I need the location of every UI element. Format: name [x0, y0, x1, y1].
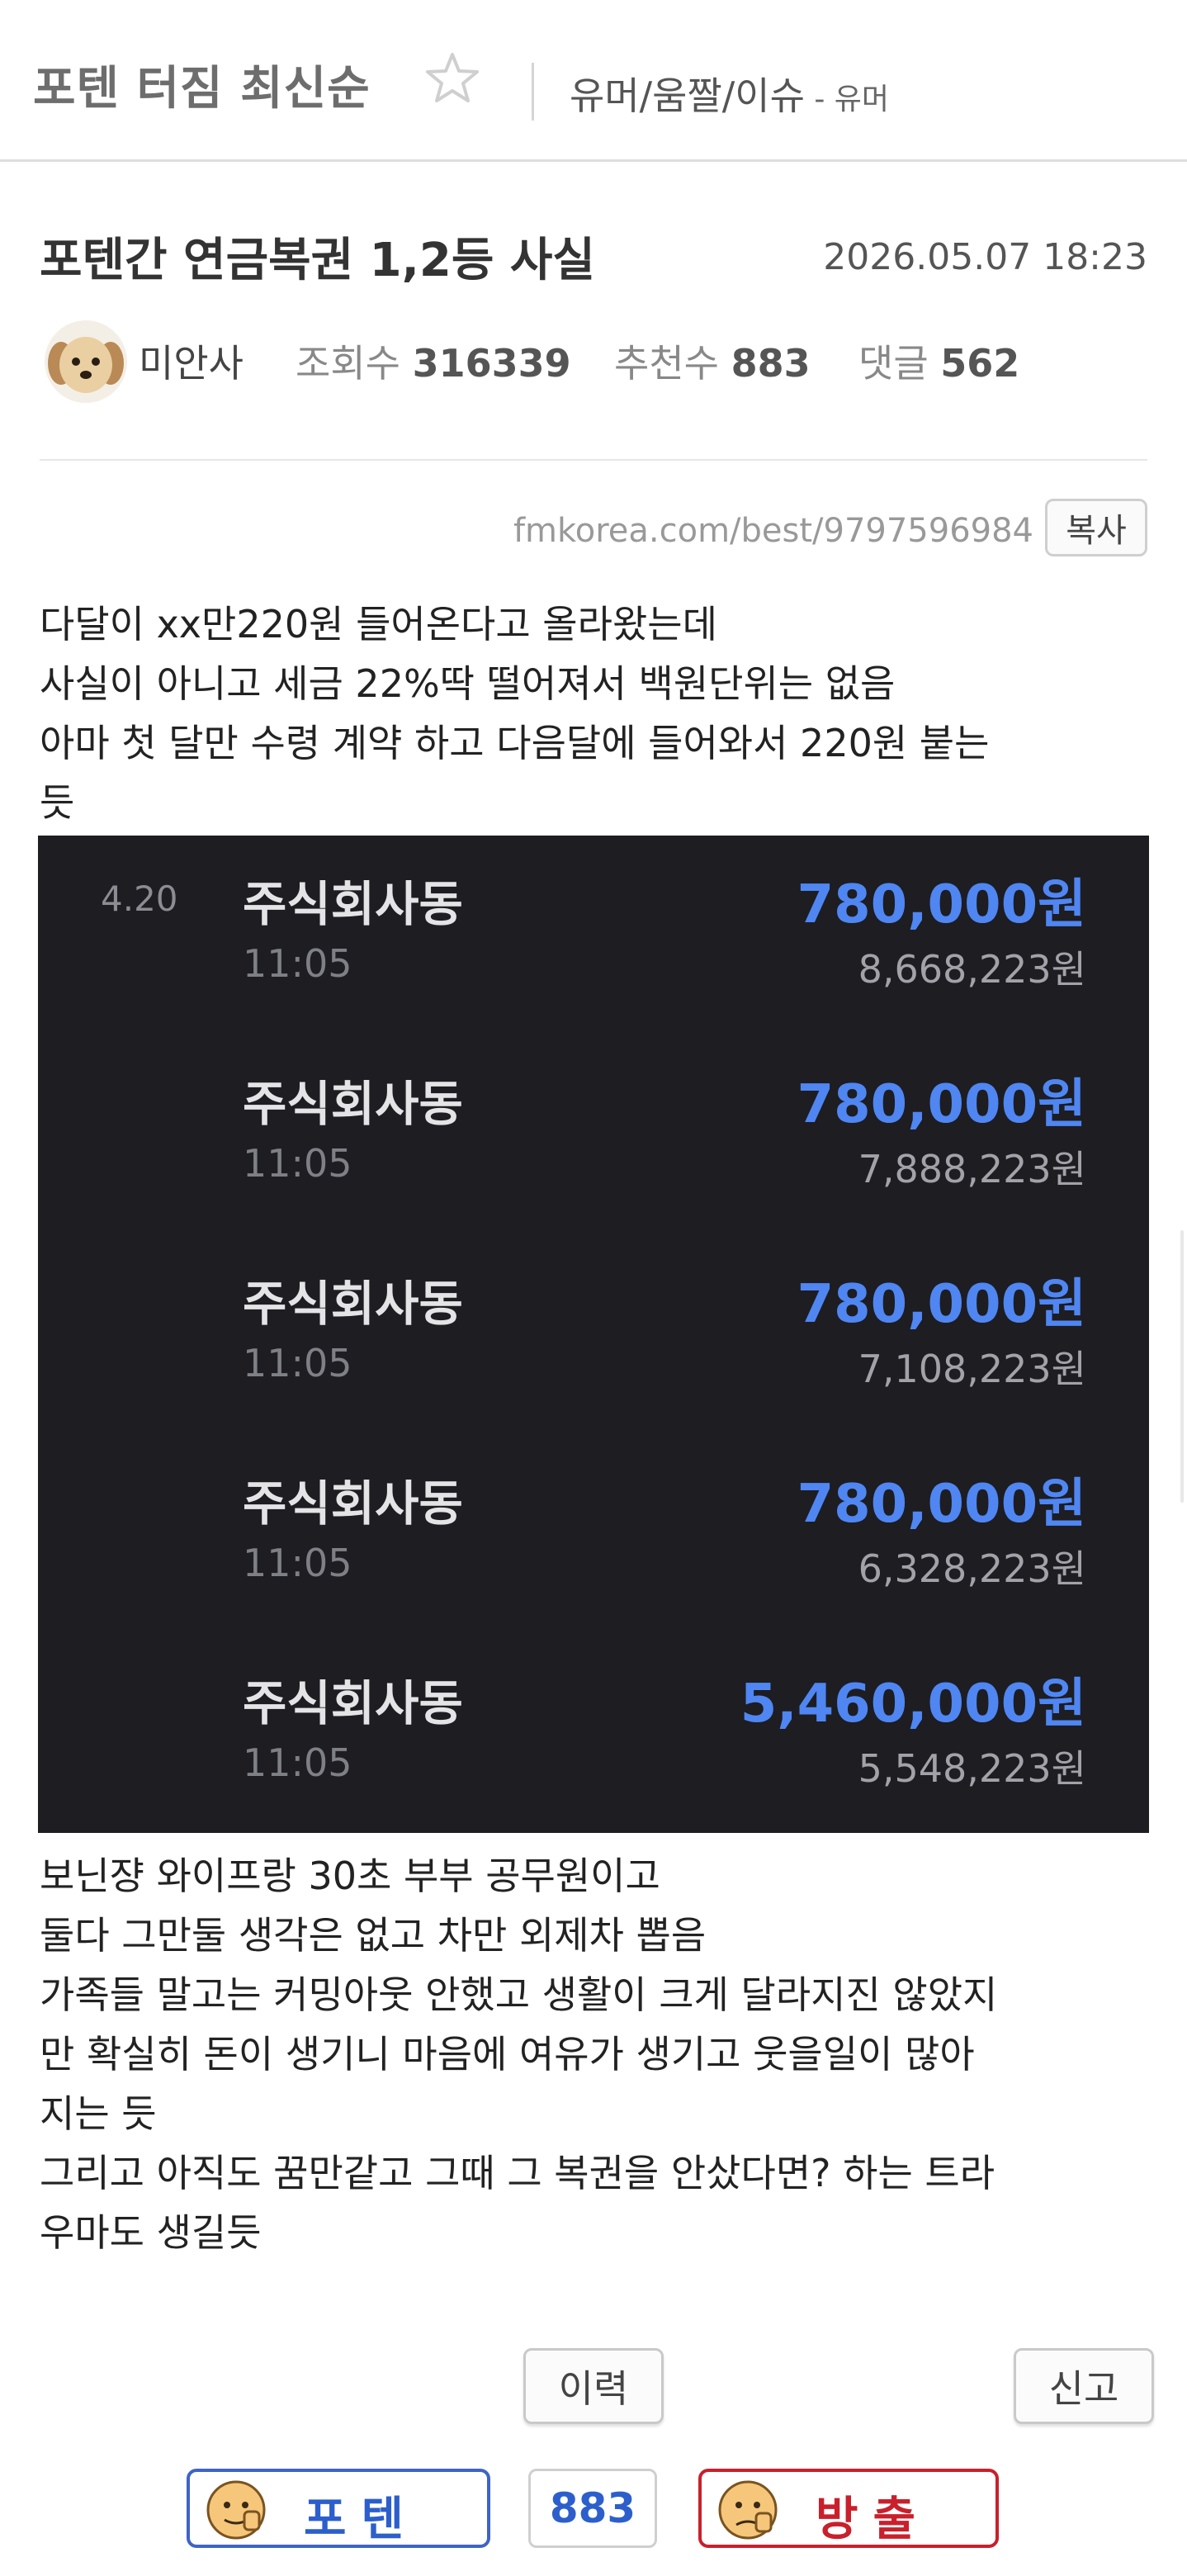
transaction-amount: 780,000원 [797, 1474, 1086, 1535]
body-line: 다달이 xx만220원 들어온다고 올라왔는데 [40, 602, 717, 646]
transaction-name: 주식회사동 [243, 1675, 463, 1731]
body-line: 우마도 생길듯 [40, 2210, 262, 2255]
transaction-name: 주식회사동 [243, 876, 463, 932]
author-name[interactable]: 미안사 [139, 334, 244, 388]
category-path[interactable]: 유머/움짤/이슈 - 유머 [570, 66, 889, 121]
body-line: 보닌쟝 와이프랑 30초 부부 공무원이고 [40, 1854, 660, 1898]
transaction-name: 주식회사동 [243, 1276, 463, 1332]
post-date: 2026.05.07 18:23 [823, 236, 1147, 278]
star-outline-icon[interactable] [426, 51, 479, 104]
body-line: 아마 첫 달만 수령 계약 하고 다음달에 들어와서 220원 붙는 [40, 721, 990, 765]
thumbs-down-face-icon [718, 2480, 778, 2540]
recommend-count: 추천수 883 [614, 334, 811, 388]
vote-down-button[interactable]: 방출 [698, 2469, 999, 2548]
vote-up-button[interactable]: 포텐 [187, 2469, 490, 2548]
transaction-row: 주식회사동 11:05 780,000원 6,328,223원 [38, 1435, 1149, 1635]
report-button[interactable]: 신고 [1014, 2348, 1154, 2424]
body-line: 사실이 아니고 세금 22%딱 떨어져서 백원단위는 없음 [40, 661, 896, 706]
body-line: 가족들 말고는 커밍아웃 안했고 생활이 크게 달라지진 않았지 [40, 1972, 998, 2017]
post-divider [40, 459, 1147, 461]
history-button[interactable]: 이력 [523, 2348, 664, 2424]
post-body-intro: 다달이 xx만220원 들어온다고 올라왔는데 사실이 아니고 세금 22%딱 … [40, 594, 1154, 832]
transaction-amount: 780,000원 [797, 874, 1086, 935]
post-url[interactable]: fmkorea.com/best/9797596984 [513, 512, 1033, 550]
body-line: 듯 [40, 780, 75, 825]
views-count: 조회수 316339 [296, 334, 571, 388]
transaction-time: 11:05 [243, 1141, 352, 1186]
board-header: 포텐 터짐 최신순 유머/움짤/이슈 - 유머 [0, 0, 1187, 162]
post-body-main: 보닌쟝 와이프랑 30초 부부 공무원이고 둘다 그만둘 생각은 없고 차만 외… [40, 1846, 1154, 2262]
transaction-balance: 7,888,223원 [858, 1147, 1086, 1191]
transaction-balance: 5,548,223원 [858, 1746, 1086, 1791]
transaction-time: 11:05 [243, 1740, 352, 1785]
transaction-time: 11:05 [243, 1341, 352, 1385]
category-label[interactable]: 유머/움짤/이슈 [570, 73, 805, 118]
vote-count: 883 [528, 2469, 657, 2548]
transaction-amount: 780,000원 [797, 1074, 1086, 1135]
vote-up-label: 포텐 [304, 2493, 419, 2546]
transaction-balance: 6,328,223원 [858, 1546, 1086, 1591]
bank-transactions-image[interactable]: 4.20 주식회사동 11:05 780,000원 8,668,223원 주식회… [38, 836, 1149, 1833]
transaction-row: 4.20 주식회사동 11:05 780,000원 8,668,223원 [38, 836, 1149, 1035]
vote-down-label: 방출 [816, 2493, 931, 2546]
thumbs-up-face-icon [206, 2480, 266, 2540]
transaction-balance: 8,668,223원 [858, 947, 1086, 992]
transaction-row: 주식회사동 11:05 780,000원 7,888,223원 [38, 1035, 1149, 1235]
scrollbar[interactable] [1180, 1230, 1184, 1503]
transaction-row: 주식회사동 11:05 780,000원 7,108,223원 [38, 1235, 1149, 1435]
transaction-name: 주식회사동 [243, 1076, 463, 1132]
header-divider [532, 63, 534, 121]
recommend-value: 883 [731, 341, 811, 386]
transaction-time: 11:05 [243, 1541, 352, 1585]
body-line: 지는 듯 [40, 2091, 157, 2136]
category-sub-label[interactable]: - 유머 [805, 83, 889, 116]
comments-count[interactable]: 댓글 562 [858, 334, 1019, 388]
board-title[interactable]: 포텐 터짐 최신순 [33, 51, 371, 118]
recommend-label: 추천수 [614, 341, 719, 386]
body-line: 그리고 아직도 꿈만같고 그때 그 복권을 안샀다면? 하는 트라 [40, 2151, 995, 2195]
transaction-amount: 5,460,000원 [740, 1674, 1086, 1735]
comments-value: 562 [940, 341, 1020, 386]
copy-url-button[interactable]: 복사 [1045, 499, 1147, 556]
transaction-time: 11:05 [243, 941, 352, 986]
body-line: 만 확실히 돈이 생기니 마음에 여유가 생기고 웃을일이 많아 [40, 2032, 975, 2076]
transaction-date: 4.20 [101, 878, 178, 919]
transaction-row: 주식회사동 11:05 5,460,000원 5,548,223원 [38, 1635, 1149, 1835]
transaction-name: 주식회사동 [243, 1475, 463, 1532]
puppy-avatar[interactable] [45, 320, 127, 403]
comments-label: 댓글 [858, 341, 929, 386]
views-value: 316339 [412, 341, 571, 386]
body-line: 둘다 그만둘 생각은 없고 차만 외제차 뽑음 [40, 1913, 707, 1958]
transaction-amount: 780,000원 [797, 1274, 1086, 1335]
post-title: 포텐간 연금복권 1,2등 사실 [40, 234, 595, 287]
views-label: 조회수 [296, 341, 400, 386]
transaction-balance: 7,108,223원 [858, 1347, 1086, 1391]
